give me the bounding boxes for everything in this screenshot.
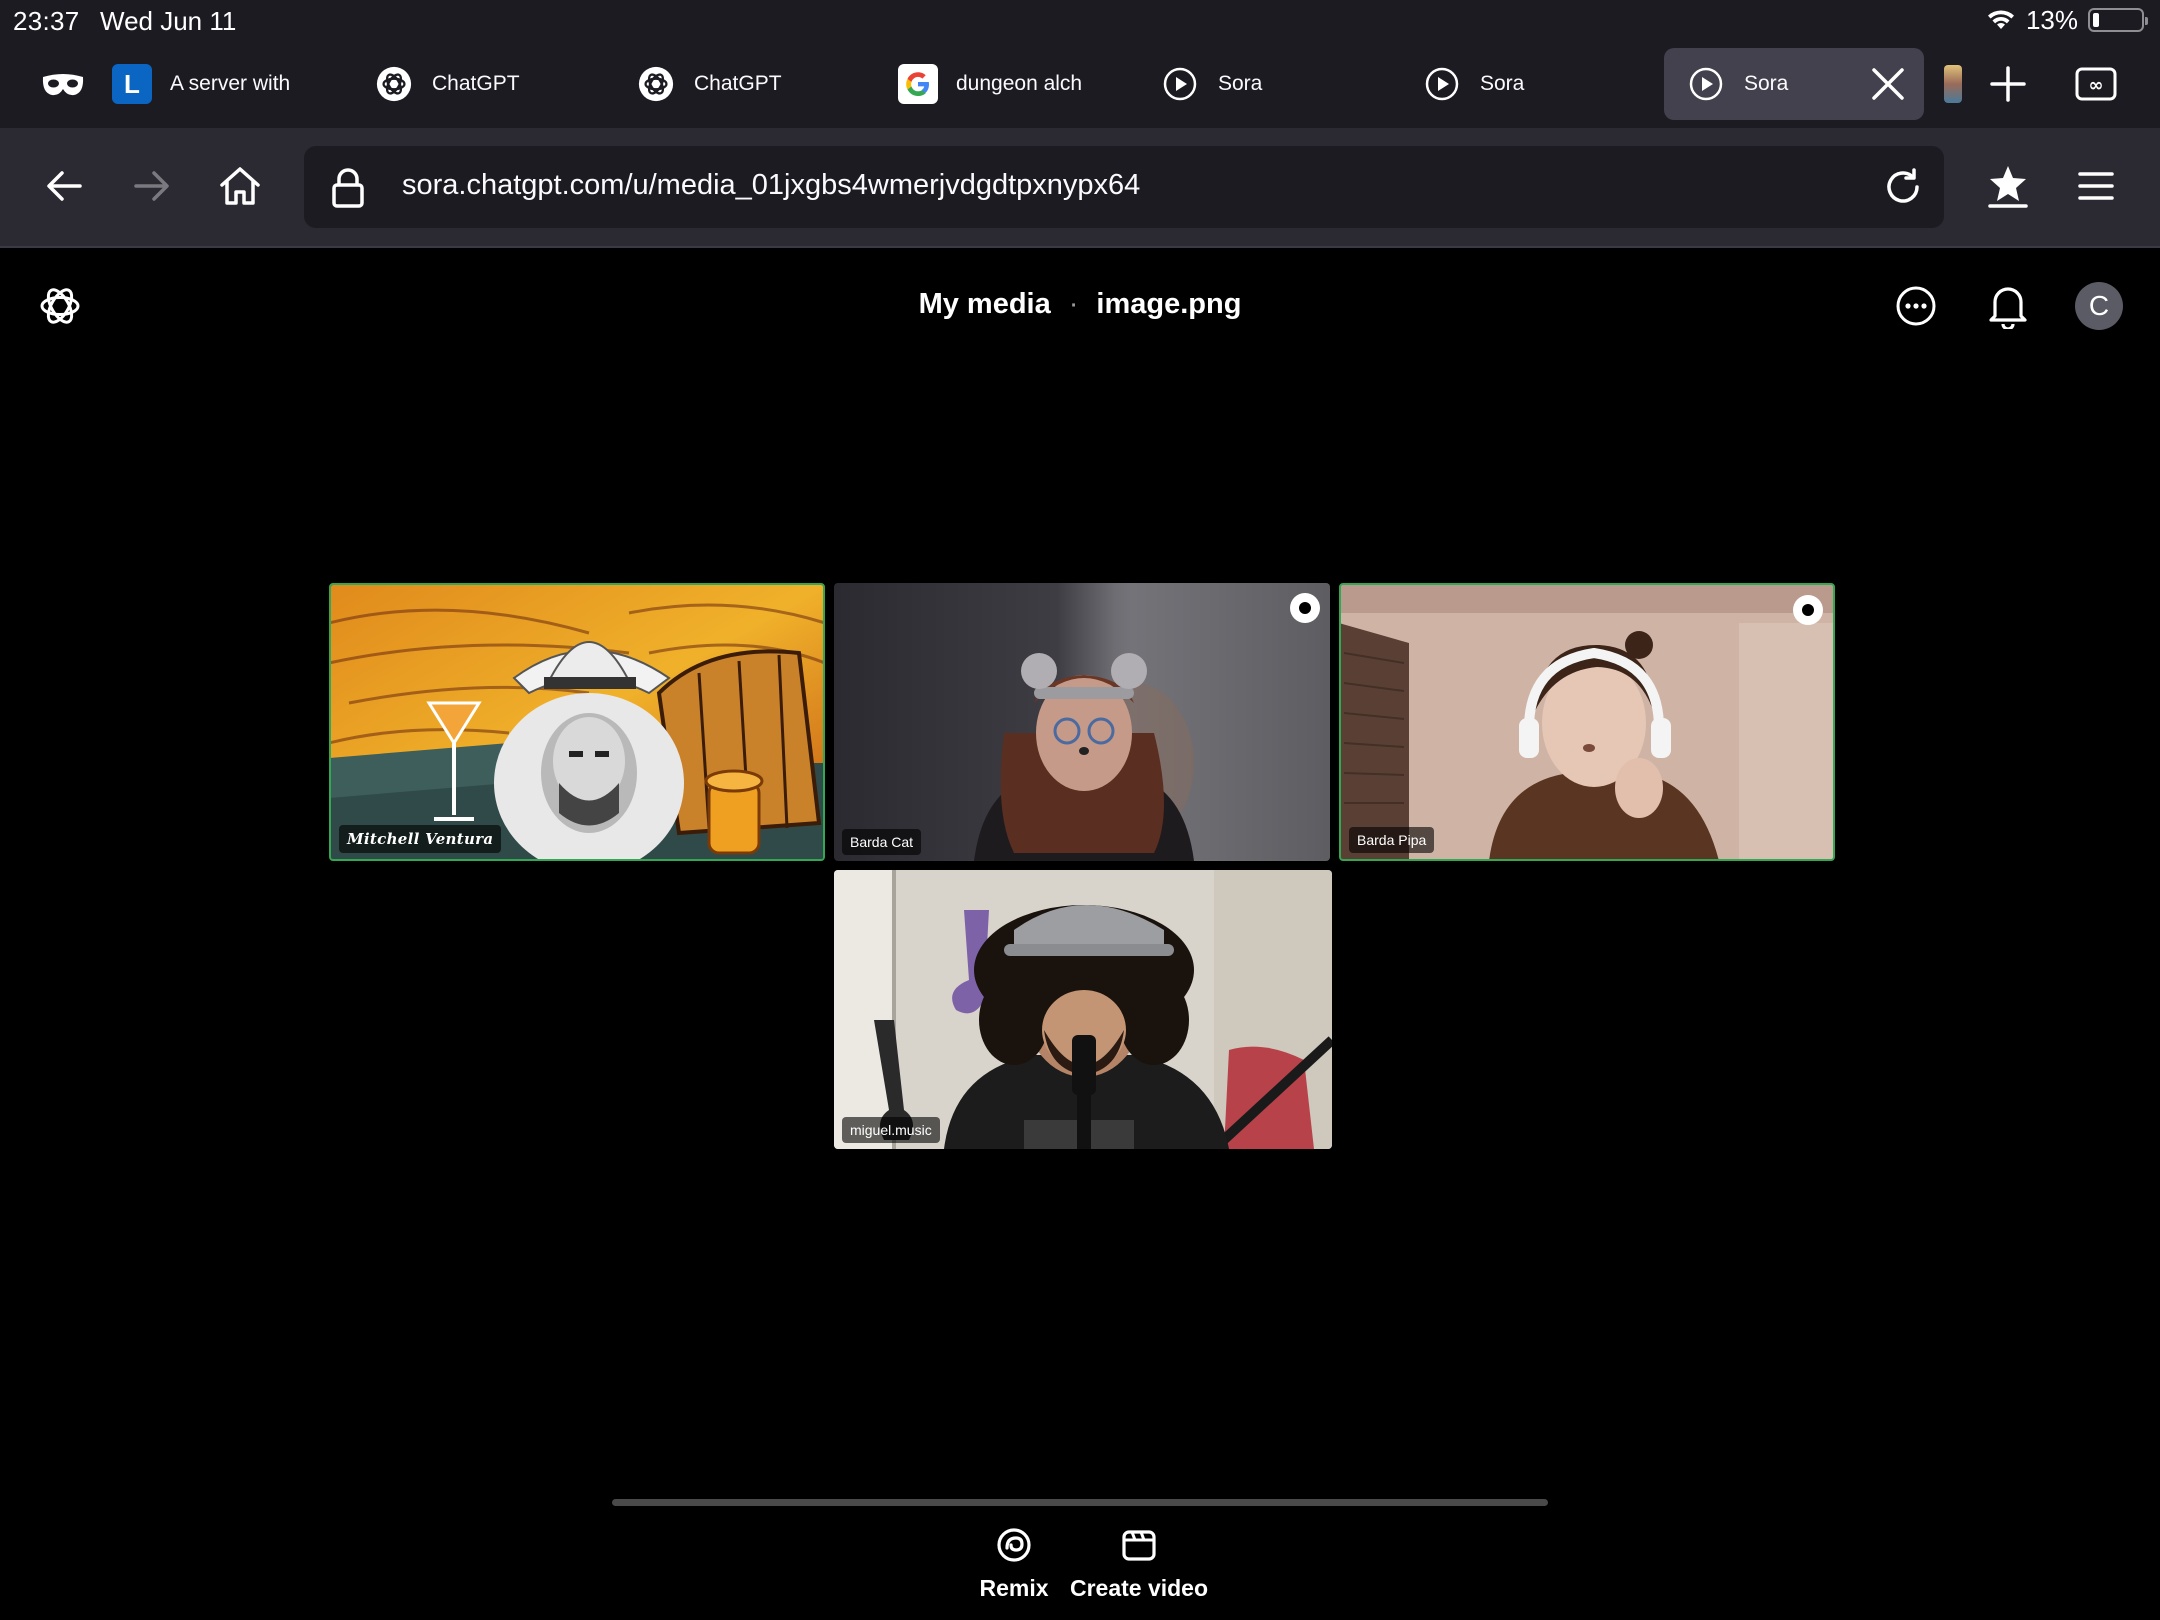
- remix-icon: [994, 1525, 1034, 1565]
- svg-text:∞: ∞: [2089, 75, 2104, 96]
- navigation-toolbar: sora.chatgpt.com/u/media_01jxgbs4wmerjvd…: [0, 128, 2160, 248]
- horizontal-scrollbar[interactable]: [612, 1499, 1548, 1506]
- private-mask-icon: [42, 74, 84, 96]
- arrow-right-icon: [134, 171, 169, 201]
- openai-logo-icon: [374, 64, 414, 104]
- browser-top-chrome: 23:37 Wed Jun 11 13% L A server with Cha…: [0, 0, 2160, 128]
- tab-dungeon-alch[interactable]: dungeon alch: [898, 48, 1138, 120]
- status-date: Wed Jun 11: [100, 6, 237, 36]
- breadcrumb-current: image.png: [1096, 288, 1242, 320]
- tab-a-server-with[interactable]: L A server with: [112, 48, 344, 120]
- remix-button[interactable]: Remix: [960, 1525, 1068, 1602]
- participant-tile: Mitchell Ventura: [329, 583, 825, 861]
- tab-label: A server with: [170, 72, 291, 95]
- reload-button[interactable]: [1878, 162, 1928, 212]
- play-circle-icon: [1686, 64, 1726, 104]
- home-button[interactable]: [212, 158, 268, 214]
- play-circle-icon: [1160, 64, 1200, 104]
- tab-overview-icon: ∞: [2075, 67, 2117, 101]
- status-time: 23:37: [13, 6, 80, 36]
- close-tab-button[interactable]: [1870, 66, 1906, 102]
- tab-strip: L A server with ChatGPT ChatGPT dungeon …: [0, 48, 2160, 120]
- participant-video: [1341, 585, 1833, 859]
- notifications-button[interactable]: [1982, 280, 2034, 332]
- moderator-badge-icon: [1793, 595, 1823, 625]
- participant-name: Barda Cat: [842, 829, 922, 855]
- avatar[interactable]: C: [2075, 282, 2123, 330]
- tab-sora-2[interactable]: Sora: [1422, 48, 1642, 120]
- lock-icon[interactable]: [324, 164, 372, 212]
- star-list-icon: [1988, 166, 2028, 208]
- close-icon: [1872, 68, 1904, 100]
- tab-label: ChatGPT: [694, 72, 782, 95]
- participant-tile: Barda Pipa: [1339, 583, 1835, 861]
- new-tab-button[interactable]: [1984, 48, 2032, 120]
- tab-label: Sora: [1744, 72, 1789, 95]
- tab-chatgpt-2[interactable]: ChatGPT: [636, 48, 856, 120]
- tab-label: dungeon alch: [956, 72, 1083, 95]
- reload-icon: [1887, 168, 1919, 203]
- battery-percent: 13%: [2025, 4, 2078, 35]
- plus-icon: [1990, 66, 2026, 102]
- tab-label: Sora: [1218, 72, 1263, 95]
- participant-video: [331, 585, 823, 859]
- more-horizontal-icon: [1896, 286, 1936, 326]
- tab-favicon-partial: [1944, 65, 1962, 103]
- moderator-badge-icon: [1290, 593, 1320, 623]
- breadcrumb-separator: ·: [1068, 288, 1079, 320]
- l-logo-icon: L: [112, 64, 152, 104]
- breadcrumb: My media · image.png: [0, 288, 2160, 321]
- bell-icon: [1989, 287, 2027, 329]
- tab-overflow-partial[interactable]: [1944, 48, 1962, 120]
- url-text[interactable]: sora.chatgpt.com/u/media_01jxgbs4wmerjvd…: [402, 169, 1140, 202]
- participant-name: Barda Pipa: [1349, 827, 1435, 853]
- participant-tile: miguel.music: [834, 870, 1332, 1149]
- create-video-button[interactable]: Create video: [1064, 1525, 1214, 1602]
- wifi-icon: [1987, 10, 2014, 29]
- bookmarks-button[interactable]: [1980, 158, 2036, 214]
- status-indicators: 13%: [1986, 4, 2148, 36]
- private-browsing-indicator[interactable]: [40, 48, 90, 120]
- breadcrumb-my-media[interactable]: My media: [919, 288, 1051, 320]
- remix-label: Remix: [979, 1575, 1049, 1601]
- more-options-button[interactable]: [1890, 280, 1942, 332]
- participant-name: miguel.music: [842, 1117, 940, 1143]
- url-bar[interactable]: sora.chatgpt.com/u/media_01jxgbs4wmerjvd…: [304, 146, 1944, 228]
- video-clapper-icon: [1119, 1525, 1159, 1565]
- create-video-label: Create video: [1069, 1575, 1209, 1601]
- home-icon: [220, 167, 260, 205]
- back-button[interactable]: [36, 158, 92, 214]
- participant-name: Mitchell Ventura: [339, 825, 502, 853]
- participant-video: [834, 583, 1330, 861]
- openai-logo-icon: [636, 64, 676, 104]
- tab-sora-active[interactable]: Sora: [1664, 48, 1924, 120]
- tab-label: ChatGPT: [432, 72, 520, 95]
- forward-button[interactable]: [124, 158, 180, 214]
- menu-button[interactable]: [2068, 158, 2124, 214]
- tab-chatgpt-1[interactable]: ChatGPT: [374, 48, 594, 120]
- participant-tile: Barda Cat: [834, 583, 1330, 861]
- hamburger-menu-icon: [2078, 172, 2114, 200]
- arrow-left-icon: [47, 171, 82, 201]
- google-logo-icon: [898, 64, 938, 104]
- participant-video: [834, 870, 1332, 1149]
- tab-overview-button[interactable]: ∞: [2072, 48, 2120, 120]
- play-circle-icon: [1422, 64, 1462, 104]
- tab-label: Sora: [1480, 72, 1525, 95]
- battery-icon: [2088, 8, 2148, 32]
- tab-sora-1[interactable]: Sora: [1160, 48, 1380, 120]
